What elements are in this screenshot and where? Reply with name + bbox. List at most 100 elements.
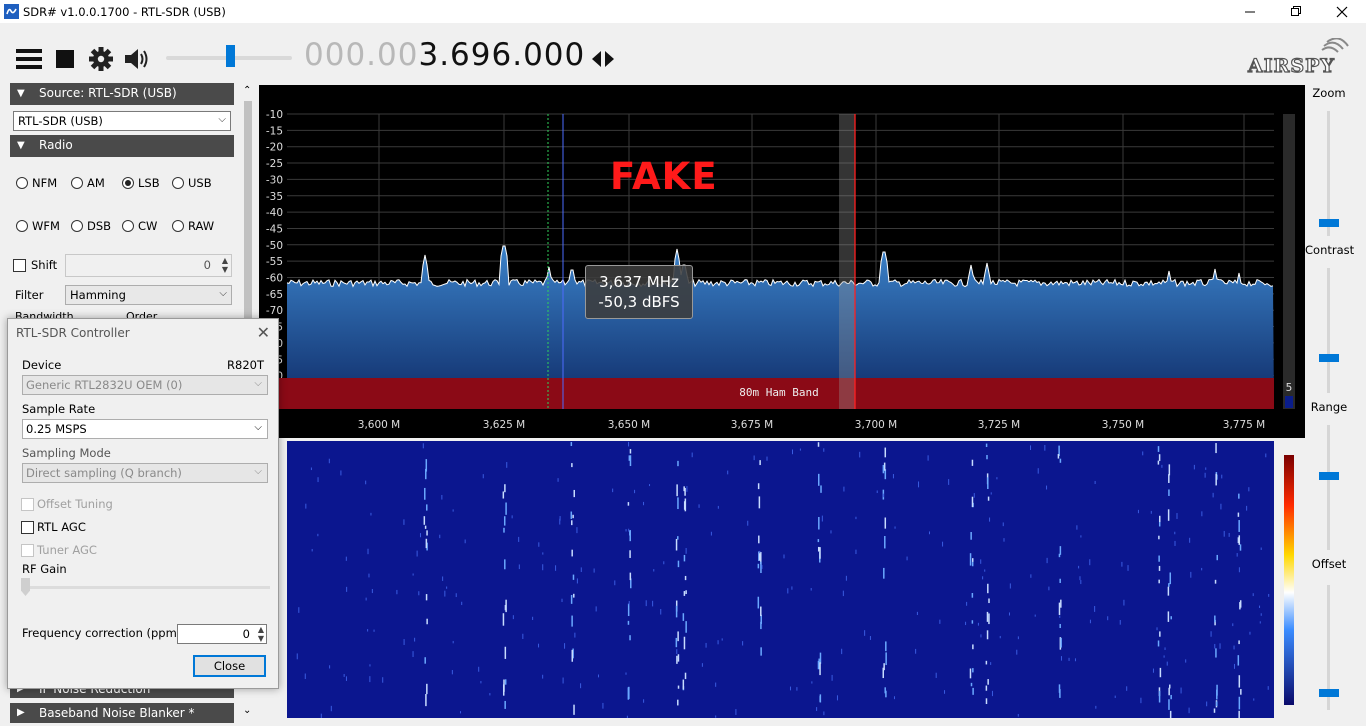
mode-radio-am[interactable]: AM bbox=[71, 176, 105, 190]
speaker-icon[interactable] bbox=[124, 47, 152, 71]
offset-slider-thumb[interactable] bbox=[1319, 689, 1339, 697]
rtl-agc-checkbox[interactable] bbox=[21, 521, 34, 534]
waterfall-noise-speck bbox=[649, 484, 651, 487]
rf-gain-slider-track[interactable] bbox=[22, 586, 270, 589]
waterfall-signal-streak bbox=[675, 538, 678, 551]
waterfall-noise-speck bbox=[1017, 636, 1019, 640]
restore-button[interactable] bbox=[1273, 0, 1319, 23]
offset-tuning-checkbox[interactable] bbox=[21, 498, 34, 511]
waterfall-signal-streak bbox=[676, 655, 678, 664]
source-section-header[interactable]: ▼ Source: RTL-SDR (USB) bbox=[10, 83, 234, 105]
waterfall-signal-streak bbox=[1059, 623, 1061, 629]
radio-circle-selected[interactable] bbox=[122, 177, 134, 189]
waterfall-noise-speck bbox=[894, 526, 896, 529]
waterfall-signal-streak bbox=[1238, 696, 1241, 710]
waterfall-noise-speck bbox=[845, 575, 847, 581]
waterfall-noise-speck bbox=[1095, 705, 1097, 709]
radio-circle[interactable] bbox=[172, 220, 184, 232]
waterfall-noise-speck bbox=[710, 531, 712, 536]
frequency-display[interactable]: 000.003.696.000 bbox=[304, 37, 585, 73]
waterfall-noise-speck bbox=[761, 565, 763, 569]
waterfall-noise-speck bbox=[1223, 530, 1225, 537]
range-slider-thumb[interactable] bbox=[1319, 472, 1339, 480]
mode-label: DSB bbox=[87, 219, 112, 233]
sampling-mode-select[interactable]: Direct sampling (Q branch) ⌵ bbox=[22, 463, 268, 483]
mode-radio-nfm[interactable]: NFM bbox=[16, 176, 57, 190]
waterfall-noise-speck bbox=[787, 588, 789, 594]
waterfall-signal-streak bbox=[425, 538, 428, 549]
hamburger-icon[interactable] bbox=[16, 49, 42, 69]
zoom-slider-thumb[interactable] bbox=[1319, 219, 1339, 227]
scroll-up-icon[interactable]: ⌃ bbox=[243, 85, 251, 96]
waterfall-signal-streak bbox=[819, 696, 821, 702]
tuner-agc-checkbox[interactable] bbox=[21, 544, 34, 557]
dialog-close-icon[interactable]: ✕ bbox=[257, 323, 270, 342]
waterfall-noise-speck bbox=[1185, 659, 1187, 663]
radio-section-header[interactable]: ▼ Radio bbox=[10, 135, 234, 157]
waterfall-noise-speck bbox=[1048, 586, 1050, 591]
baseband-noise-blanker-header[interactable]: ▶ Baseband Noise Blanker * bbox=[10, 703, 234, 723]
radio-circle[interactable] bbox=[71, 220, 83, 232]
sample-rate-select[interactable]: 0.25 MSPS ⌵ bbox=[22, 419, 268, 439]
waterfall-noise-speck bbox=[369, 676, 371, 683]
waterfall-signal-streak bbox=[1237, 512, 1240, 517]
scroll-down-icon[interactable]: ⌄ bbox=[243, 705, 251, 716]
contrast-slider-thumb[interactable] bbox=[1319, 354, 1339, 362]
app-icon bbox=[4, 4, 19, 19]
device-select[interactable]: Generic RTL2832U OEM (0) ⌵ bbox=[22, 375, 268, 395]
range-slider-track[interactable] bbox=[1327, 425, 1330, 550]
waterfall-signal-streak bbox=[504, 679, 507, 685]
minimize-button[interactable] bbox=[1227, 0, 1273, 23]
gear-icon[interactable] bbox=[88, 46, 114, 72]
waterfall-noise-speck bbox=[1205, 467, 1207, 470]
contrast-slider-track[interactable] bbox=[1327, 268, 1330, 393]
waterfall-signal-streak bbox=[629, 635, 631, 641]
mode-radio-usb[interactable]: USB bbox=[172, 176, 212, 190]
radio-circle[interactable] bbox=[16, 220, 28, 232]
rf-gain-slider-thumb[interactable] bbox=[21, 578, 30, 596]
radio-circle[interactable] bbox=[71, 177, 83, 189]
waterfall-noise-speck bbox=[1220, 503, 1222, 510]
radio-circle[interactable] bbox=[172, 177, 184, 189]
frequency-tick-label: 3,750 M bbox=[1102, 419, 1144, 431]
close-window-button[interactable] bbox=[1319, 0, 1365, 23]
waterfall-signal-streak bbox=[1058, 602, 1061, 615]
spectrum-plot[interactable]: -10 -15 -20 -25 -30 -35 -40 -45 -50 -55 -60 -65 -70 -… bbox=[259, 85, 1305, 438]
mode-radio-raw[interactable]: RAW bbox=[172, 219, 214, 233]
waterfall-noise-speck bbox=[557, 478, 559, 482]
spinner-arrows-icon[interactable]: ▲ ▼ bbox=[258, 625, 264, 643]
zoom-slider-track[interactable] bbox=[1327, 111, 1330, 236]
mode-label: RAW bbox=[188, 219, 215, 233]
waterfall-plot[interactable] bbox=[259, 441, 1305, 724]
frequency-leading-digits[interactable]: 000.00 bbox=[304, 37, 418, 73]
waterfall-signal-streak bbox=[1059, 546, 1062, 555]
waterfall-noise-speck bbox=[939, 619, 941, 624]
shift-checkbox[interactable] bbox=[13, 259, 26, 272]
mode-radio-dsb[interactable]: DSB bbox=[71, 219, 111, 233]
waterfall-noise-speck bbox=[1123, 599, 1125, 606]
frequency-main-digits[interactable]: 3.696.000 bbox=[418, 37, 585, 73]
waterfall-display[interactable] bbox=[259, 441, 1305, 724]
volume-slider-thumb[interactable] bbox=[226, 45, 235, 67]
waterfall-signal-streak bbox=[818, 516, 820, 530]
stop-icon[interactable] bbox=[56, 50, 74, 68]
source-select[interactable]: RTL-SDR (USB) ⌵ bbox=[13, 111, 231, 131]
frequency-correction-spinbox[interactable]: 0 ▲ ▼ bbox=[177, 624, 267, 644]
mode-radio-cw[interactable]: CW bbox=[122, 219, 157, 233]
waterfall-noise-speck bbox=[927, 455, 929, 461]
close-button[interactable]: Close bbox=[193, 655, 266, 677]
spinner-arrows-icon[interactable]: ▲ ▼ bbox=[222, 256, 228, 274]
tune-arrows-icon[interactable] bbox=[590, 50, 616, 68]
waterfall-signal-streak bbox=[970, 682, 973, 687]
filter-select[interactable]: Hamming ⌵ bbox=[65, 285, 232, 305]
mode-radio-lsb[interactable]: LSB bbox=[122, 176, 160, 190]
spectrum-analyzer[interactable]: -10 -15 -20 -25 -30 -35 -40 -45 -50 -55 -60 -65 -70 -… bbox=[259, 85, 1305, 438]
shift-spinbox[interactable]: 0 ▲ ▼ bbox=[65, 254, 232, 277]
right-panel: Zoom Contrast Range Offset bbox=[1305, 85, 1366, 726]
radio-circle[interactable] bbox=[16, 177, 28, 189]
waterfall-noise-speck bbox=[512, 615, 514, 620]
radio-circle[interactable] bbox=[122, 220, 134, 232]
mode-radio-wfm[interactable]: WFM bbox=[16, 219, 60, 233]
chevron-down-icon: ⌵ bbox=[254, 466, 262, 477]
mode-label: NFM bbox=[32, 176, 58, 190]
